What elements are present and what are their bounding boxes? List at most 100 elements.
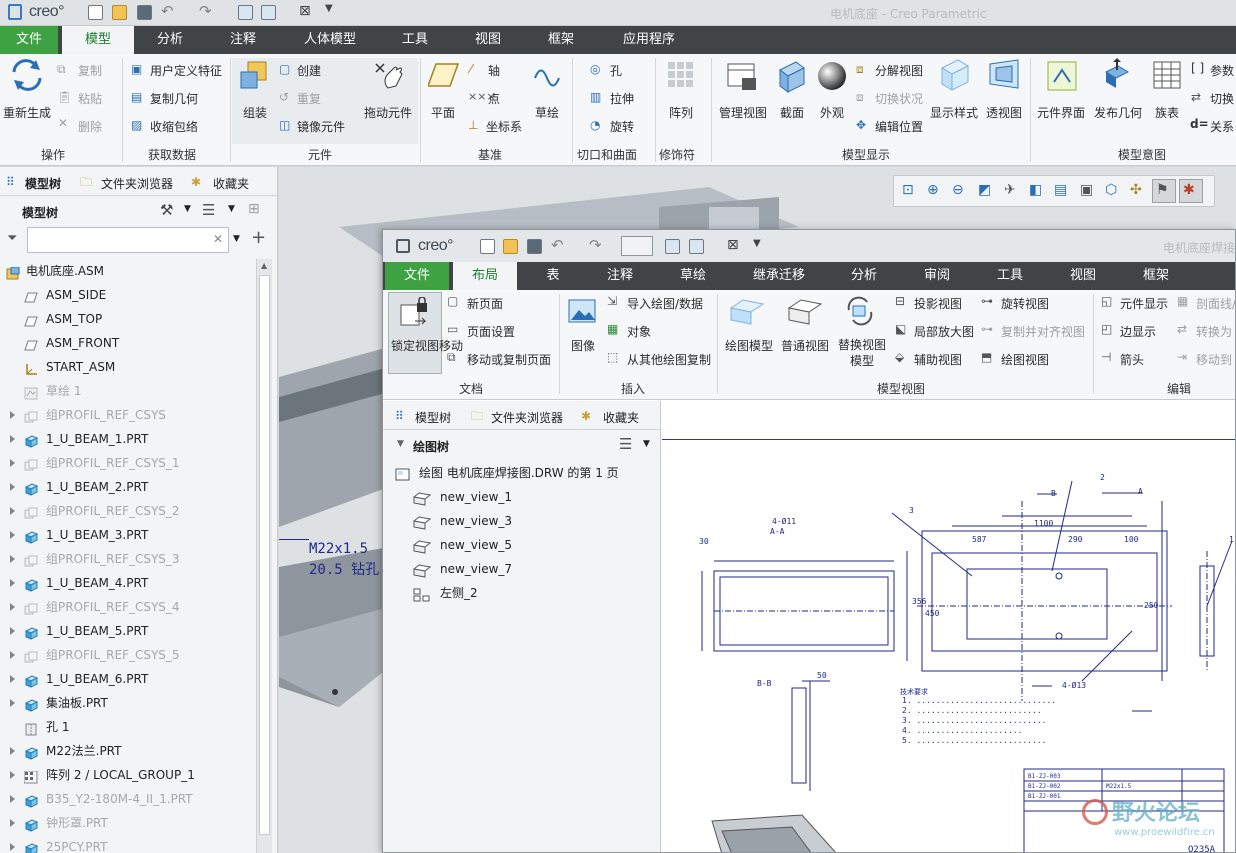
tree-item[interactable]: 组PROFIL_REF_CSYS_5 bbox=[0, 643, 256, 667]
drawing-tree-item[interactable]: 绘图 电机底座焊接图.DRW 的第 1 页 bbox=[383, 461, 661, 485]
drawing-tree-item[interactable]: 左侧_2 bbox=[383, 581, 661, 605]
drawing-tab-layout[interactable]: 布局 bbox=[453, 262, 517, 290]
tree-item[interactable]: ASM_TOP bbox=[0, 307, 256, 331]
annotation-display-icon[interactable]: ⚑ bbox=[1156, 182, 1169, 198]
parameters-button[interactable]: 参数 bbox=[1210, 62, 1234, 79]
tree-item[interactable]: 钟形罩.PRT bbox=[0, 811, 256, 835]
drawing-tree-show-icon[interactable]: ☰ bbox=[619, 435, 632, 453]
move-copy-page-button[interactable]: 移动或复制页面 bbox=[467, 351, 551, 368]
panel-tab-model-tree[interactable]: 模型树 bbox=[25, 175, 61, 192]
projection-view-button[interactable]: 投影视图 bbox=[914, 295, 962, 312]
expand-arrow-icon[interactable] bbox=[10, 531, 15, 539]
expand-arrow-icon[interactable] bbox=[10, 579, 15, 587]
arrow-button[interactable]: 箭头 bbox=[1120, 351, 1144, 368]
revolve-button[interactable]: 旋转 bbox=[610, 118, 634, 135]
convert-button[interactable]: 转换为 bbox=[1196, 323, 1232, 340]
toggle-status-button[interactable]: 切换状况 bbox=[875, 90, 923, 107]
tab-view[interactable]: 视图 bbox=[462, 26, 514, 54]
saved-orientations-icon[interactable]: ▤ bbox=[1054, 182, 1067, 198]
section-line-button[interactable]: 剖面线/ bbox=[1196, 295, 1235, 312]
drawing-tree-item[interactable]: new_view_7 bbox=[383, 557, 661, 581]
refit-icon[interactable]: ⊡ bbox=[902, 182, 914, 198]
edit-position-button[interactable]: 编辑位置 bbox=[875, 118, 923, 135]
tree-item[interactable]: 1_U_BEAM_1.PRT bbox=[0, 427, 256, 451]
view-manager-icon[interactable]: ▣ bbox=[1080, 182, 1093, 198]
tree-item[interactable]: 1_U_BEAM_5.PRT bbox=[0, 619, 256, 643]
copy-align-view-button[interactable]: 复制并对齐视图 bbox=[1001, 323, 1085, 340]
drawing-tab-analysis[interactable]: 分析 bbox=[839, 262, 889, 290]
plane-button[interactable]: 平面 bbox=[431, 104, 455, 121]
expand-arrow-icon[interactable] bbox=[10, 771, 15, 779]
expand-arrow-icon[interactable] bbox=[10, 699, 15, 707]
expand-arrow-icon[interactable] bbox=[10, 675, 15, 683]
expand-arrow-icon[interactable] bbox=[10, 603, 15, 611]
drawing-customize-icon[interactable]: ▼ bbox=[753, 238, 761, 249]
tree-item[interactable]: 1_U_BEAM_6.PRT bbox=[0, 667, 256, 691]
tab-analysis[interactable]: 分析 bbox=[140, 26, 200, 54]
tree-item[interactable]: ASM_SIDE bbox=[0, 283, 256, 307]
drawing-tab-sketch[interactable]: 草绘 bbox=[669, 262, 717, 290]
drawing-tree-item[interactable]: new_view_3 bbox=[383, 509, 661, 533]
tree-item[interactable]: 草绘 1 bbox=[0, 379, 256, 403]
drawing-select-box-icon[interactable] bbox=[621, 236, 653, 256]
expand-arrow-icon[interactable] bbox=[10, 627, 15, 635]
tab-tools[interactable]: 工具 bbox=[388, 26, 442, 54]
redo-icon[interactable]: ↷ bbox=[199, 2, 212, 20]
sketch-button[interactable]: 草绘 bbox=[535, 104, 559, 121]
import-drawing-button[interactable]: 导入绘图/数据 bbox=[627, 295, 703, 312]
lock-view-move-toggle[interactable]: 锁定视图移动 bbox=[388, 292, 463, 374]
drawing-sheet[interactable]: 1. ............................. 2. .....… bbox=[662, 401, 1235, 852]
tree-item[interactable]: 组PROFIL_REF_CSYS_2 bbox=[0, 499, 256, 523]
tree-item[interactable]: START_ASM bbox=[0, 355, 256, 379]
paste-button[interactable]: 粘贴 bbox=[78, 90, 102, 107]
create-button[interactable]: 创建 bbox=[297, 62, 321, 79]
new-file-icon[interactable] bbox=[88, 5, 103, 20]
expand-arrow-icon[interactable] bbox=[10, 795, 15, 803]
spin-center-toggle-icon[interactable]: ✱ bbox=[1183, 182, 1195, 198]
expand-arrow-icon[interactable] bbox=[10, 507, 15, 515]
scrollbar-thumb[interactable] bbox=[259, 275, 270, 835]
extrude-button[interactable]: 拉伸 bbox=[610, 90, 634, 107]
tab-manikin[interactable]: 人体模型 bbox=[290, 26, 370, 54]
scroll-up-icon[interactable]: ▲ bbox=[261, 261, 267, 270]
expand-arrow-icon[interactable] bbox=[10, 843, 15, 851]
display-style-button[interactable]: 显示样式 bbox=[930, 104, 978, 121]
drawing-tab-review[interactable]: 审阅 bbox=[913, 262, 961, 290]
detailed-view-button[interactable]: 局部放大图 bbox=[914, 323, 974, 340]
group-model-intent[interactable]: 模型意图 bbox=[1118, 146, 1166, 163]
drawing-windows-icon[interactable] bbox=[689, 239, 704, 254]
point-button[interactable]: 点 bbox=[488, 90, 500, 107]
tree-item[interactable]: 1_U_BEAM_2.PRT bbox=[0, 475, 256, 499]
add-filter-icon[interactable]: + bbox=[251, 227, 266, 248]
tree-settings-icon[interactable]: ⚒ bbox=[160, 201, 173, 219]
zoom-in-icon[interactable]: ⊕ bbox=[927, 182, 939, 198]
expand-arrow-icon[interactable] bbox=[10, 651, 15, 659]
edge-display-button[interactable]: 边显示 bbox=[1120, 323, 1156, 340]
drawing-open-icon[interactable] bbox=[503, 239, 518, 254]
regenerate-quick-icon[interactable] bbox=[238, 5, 253, 20]
section-button[interactable]: 截面 bbox=[780, 104, 804, 121]
drawing-save-icon[interactable] bbox=[527, 239, 542, 254]
zoom-out-icon[interactable]: ⊖ bbox=[952, 182, 964, 198]
perspective-small-icon[interactable]: ⬡ bbox=[1105, 182, 1117, 198]
tree-item[interactable]: M22法兰.PRT bbox=[0, 739, 256, 763]
copy-from-drawing-button[interactable]: 从其他绘图复制 bbox=[627, 351, 711, 368]
drawing-tab-view[interactable]: 视图 bbox=[1059, 262, 1107, 290]
family-table-button[interactable]: 族表 bbox=[1155, 104, 1179, 121]
drawing-panel-tab-folder-browser[interactable]: 文件夹浏览器 bbox=[491, 409, 563, 426]
drawing-undo-icon[interactable]: ↶ bbox=[551, 236, 564, 254]
drawing-model-button[interactable]: 绘图模型 bbox=[725, 337, 773, 354]
tree-item[interactable]: 组PROFIL_REF_CSYS_1 bbox=[0, 451, 256, 475]
tab-framework[interactable]: 框架 bbox=[534, 26, 588, 54]
auxiliary-view-button[interactable]: 辅助视图 bbox=[914, 351, 962, 368]
axis-button[interactable]: 轴 bbox=[488, 62, 500, 79]
assemble-button[interactable]: 组装 bbox=[243, 104, 267, 121]
tree-item[interactable]: 组PROFIL_REF_CSYS bbox=[0, 403, 256, 427]
expand-arrow-icon[interactable] bbox=[10, 459, 15, 467]
tree-item[interactable]: 电机底座.ASM bbox=[0, 259, 256, 283]
windows-icon[interactable] bbox=[261, 5, 276, 20]
regenerate-button[interactable]: 重新生成 bbox=[3, 104, 51, 121]
expand-arrow-icon[interactable] bbox=[10, 819, 15, 827]
group-datum[interactable]: 基准 bbox=[478, 146, 502, 163]
drawing-tab-tools[interactable]: 工具 bbox=[985, 262, 1035, 290]
